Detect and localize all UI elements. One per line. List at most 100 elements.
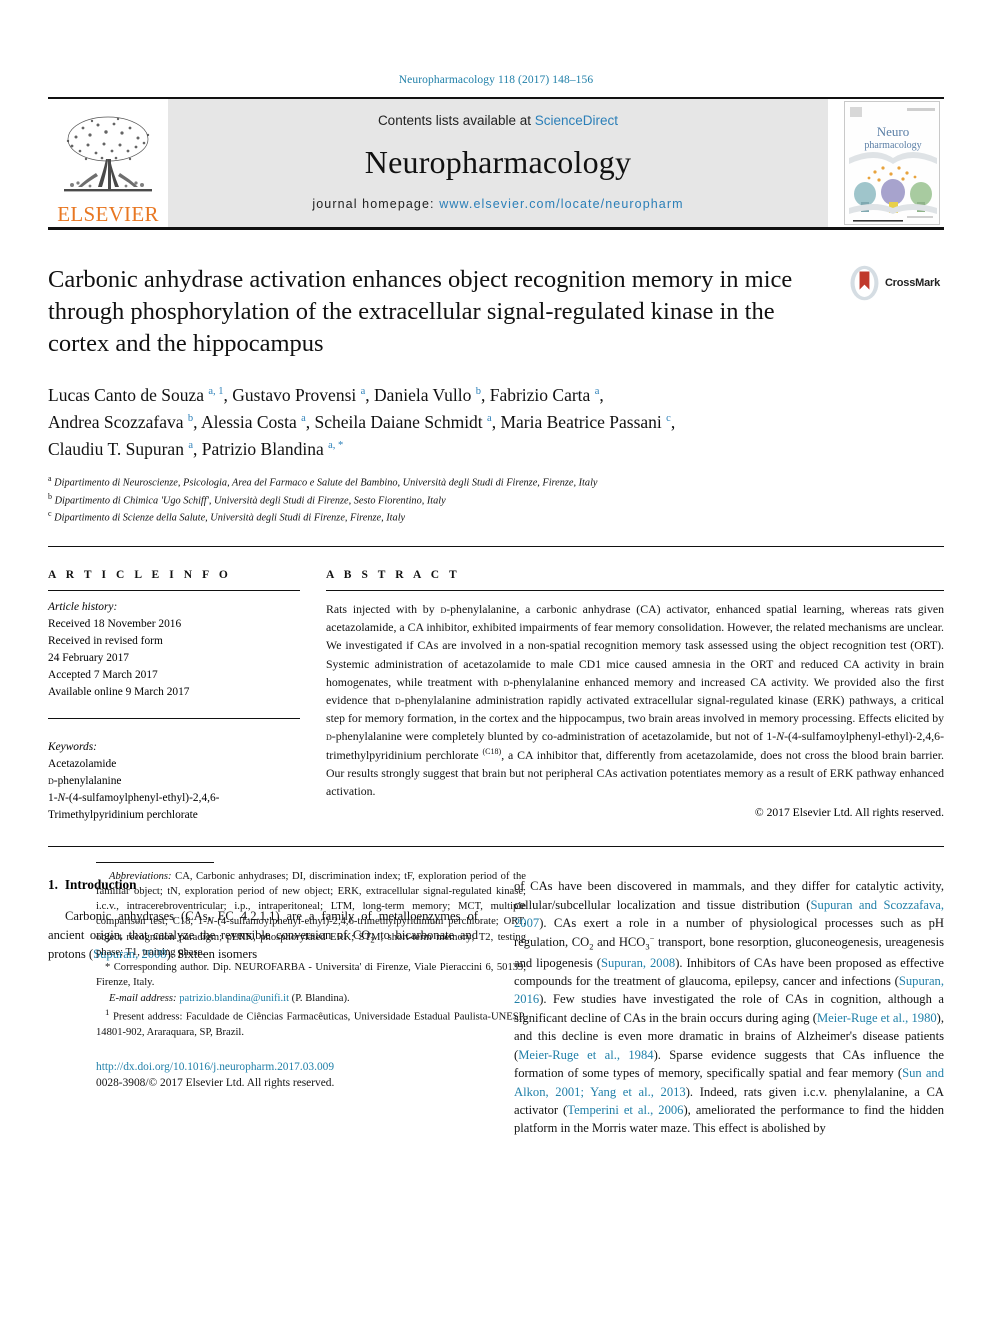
doi-link[interactable]: http://dx.doi.org/10.1016/j.neuropharm.2…	[96, 1059, 526, 1076]
history-online: Available online 9 March 2017	[48, 686, 190, 699]
history-received: Received 18 November 2016	[48, 617, 182, 630]
corresponding-marker: *	[105, 962, 111, 974]
author-1: Lucas Canto de Souza	[48, 384, 209, 405]
contents-lists-line: Contents lists available at ScienceDirec…	[378, 113, 618, 128]
journal-homepage-line: journal homepage: www.elsevier.com/locat…	[312, 197, 683, 211]
author-6: , Alessia Costa	[193, 411, 302, 432]
author-3: , Daniela Vullo	[365, 384, 476, 405]
article-info-column: A R T I C L E I N F O Article history: R…	[48, 569, 300, 824]
body-right-column: of CAs have been discovered in mammals, …	[514, 877, 944, 1138]
title-block: Carbonic anhydrase activation enhances o…	[48, 230, 944, 526]
cover-artwork: Neuro pharmacology	[845, 102, 939, 224]
journal-cover-thumbnail: Neuro pharmacology	[844, 101, 940, 225]
corresponding-text: Corresponding author. Dip. NEUROFARBA - …	[96, 962, 526, 989]
article-history-label: Article history:	[48, 600, 118, 613]
citation-sun-yang[interactable]: Sun and Alkon, 2001; Yang et al., 2013	[514, 1066, 944, 1098]
keywords-block: Keywords: Acetazolamide d-phenylalanine …	[48, 739, 300, 825]
citation-supuran-2016[interactable]: Supuran, 2016	[514, 974, 944, 1006]
citation-supuran-scozzafava-2007[interactable]: Supuran and Scozzafava, 2007	[514, 898, 944, 930]
footnote-abbreviations: Abbreviations: CA, Carbonic anhydrases; …	[96, 870, 526, 958]
journal-band: Contents lists available at ScienceDirec…	[168, 99, 828, 227]
info-top-rule	[48, 545, 944, 547]
history-revised-date: 24 February 2017	[48, 652, 129, 665]
author-1-marks: a, 1	[208, 385, 224, 397]
intro-paragraph-right: of CAs have been discovered in mammals, …	[514, 879, 945, 1136]
abstract-copyright: © 2017 Elsevier Ltd. All rights reserved…	[754, 806, 944, 820]
email-label: E-mail address:	[109, 992, 177, 1004]
article-info-rule	[48, 589, 300, 591]
homepage-link[interactable]: www.elsevier.com/locate/neuropharm	[439, 197, 683, 211]
keywords-label: Keywords:	[48, 740, 97, 753]
sciencedirect-link[interactable]: ScienceDirect	[535, 113, 618, 128]
affiliation-c-text: Dipartimento di Scienze della Salute, Un…	[54, 512, 406, 524]
svg-text:Neuro: Neuro	[877, 124, 910, 139]
footnote-rule	[96, 861, 214, 863]
keyword-1: Acetazolamide	[48, 757, 117, 770]
author-4-mark: a	[594, 385, 600, 397]
author-list: Lucas Canto de Souza a, 1, Gustavo Prove…	[48, 384, 676, 459]
abstract-text: Rats injected with by d-phenylalanine, a…	[326, 601, 945, 799]
author-10-mark: a, *	[328, 439, 344, 451]
journal-cover[interactable]: Neuro pharmacology	[840, 99, 944, 227]
abstract-column: A B S T R A C T Rats injected with by d-…	[326, 569, 944, 824]
article-history: Article history: Received 18 November 20…	[48, 599, 300, 702]
affiliation-c: c Dipartimento di Scienze della Salute, …	[48, 508, 944, 526]
present-address-marker: 1	[105, 1006, 110, 1017]
crossmark-label: CrossMark	[884, 277, 940, 289]
article-first-page: Neuropharmacology 118 (2017) 148–156 ELS…	[0, 0, 992, 1323]
svg-text:pharmacology: pharmacology	[864, 140, 921, 151]
running-head: Neuropharmacology 118 (2017) 148–156	[398, 74, 594, 86]
keywords-rule	[48, 717, 300, 719]
elsevier-wordmark: ELSEVIER	[57, 202, 159, 226]
keyword-3: 1-N-(4-sulfamoylphenyl-ethyl)-2,4,6-	[48, 791, 220, 804]
author-4: , Fabrizio Carta	[480, 384, 595, 405]
keyword-4: Trimethylpyridinium perchlorate	[48, 808, 198, 821]
footnote-email: E-mail address: patrizio.blandina@unifi.…	[96, 991, 526, 1006]
author-9: Claudiu T. Supuran	[48, 438, 189, 459]
author-10: , Patrizio Blandina	[193, 438, 329, 459]
present-address-text: Present address: Faculdade de Ciências F…	[96, 1011, 526, 1038]
affiliation-a-text: Dipartimento di Neuroscienze, Psicologia…	[54, 477, 598, 489]
elsevier-tree-icon	[64, 116, 152, 192]
affiliation-b-text: Dipartimento di Chimica 'Ugo Schiff', Un…	[54, 494, 446, 506]
citation-meier-ruge-1984[interactable]: Meier-Ruge et al., 1984	[518, 1048, 653, 1062]
issn-copyright: 0028-3908/© 2017 Elsevier Ltd. All right…	[96, 1077, 335, 1090]
abstract-heading: A B S T R A C T	[326, 568, 461, 581]
section-number: 1.	[48, 877, 58, 893]
crossmark-badge[interactable]: CrossMark	[848, 260, 940, 306]
history-revised: Received in revised form	[48, 635, 163, 648]
footnote-corresponding: * Corresponding author. Dip. NEUROFARBA …	[96, 960, 526, 991]
citation-temperini-2006[interactable]: Temperini et al., 2006	[567, 1103, 683, 1117]
affiliation-a-mark: a	[48, 473, 52, 483]
author-7: , Scheila Daiane Schmidt	[305, 411, 488, 432]
body-columns: 1. Introduction Carbonic anhydrases (CAs,…	[48, 861, 944, 1138]
author-5: Andrea Scozzafava	[48, 411, 188, 432]
author-8: , Maria Beatrice Passani	[491, 411, 667, 432]
body-top-rule	[48, 846, 944, 848]
footnote-present-address: 1 Present address: Faculdade de Ciências…	[96, 1006, 526, 1040]
author-8-mark: c	[666, 412, 671, 424]
affiliation-a: a Dipartimento di Neuroscienze, Psicolog…	[48, 473, 944, 491]
journal-title: Neuropharmacology	[364, 144, 632, 180]
contents-prefix: Contents lists available at	[377, 113, 535, 128]
crossmark-icon	[850, 265, 879, 301]
history-accepted: Accepted 7 March 2017	[48, 669, 158, 682]
citation-supuran-2008-right[interactable]: Supuran, 2008	[601, 956, 675, 970]
abstract-rule	[326, 589, 944, 591]
body-left-column: 1. Introduction Carbonic anhydrases (CAs,…	[48, 861, 526, 1138]
abbreviations-label: Abbreviations:	[109, 870, 172, 882]
affiliation-b: b Dipartimento di Chimica 'Ugo Schiff', …	[48, 491, 944, 509]
email-link[interactable]: patrizio.blandina@unifi.it	[179, 993, 289, 1004]
doi-block: http://dx.doi.org/10.1016/j.neuropharm.2…	[96, 1059, 526, 1092]
affiliation-b-mark: b	[48, 491, 52, 501]
article-info-heading: A R T I C L E I N F O	[48, 568, 232, 581]
elsevier-logo[interactable]: ELSEVIER	[48, 99, 168, 227]
affiliations: a Dipartimento di Neuroscienze, Psicolog…	[48, 473, 944, 526]
abstract-superscript: (C18)	[482, 746, 502, 756]
citation-meier-ruge-1980[interactable]: Meier-Ruge et al., 1980	[817, 1011, 937, 1025]
info-abstract-columns: A R T I C L E I N F O Article history: R…	[48, 569, 944, 824]
author-2: , Gustavo Provensi	[223, 384, 361, 405]
page-title: Carbonic anhydrase activation enhances o…	[48, 266, 793, 357]
footnotes: Abbreviations: CA, Carbonic anhydrases; …	[96, 861, 526, 1092]
email-suffix: (P. Blandina).	[291, 992, 350, 1004]
